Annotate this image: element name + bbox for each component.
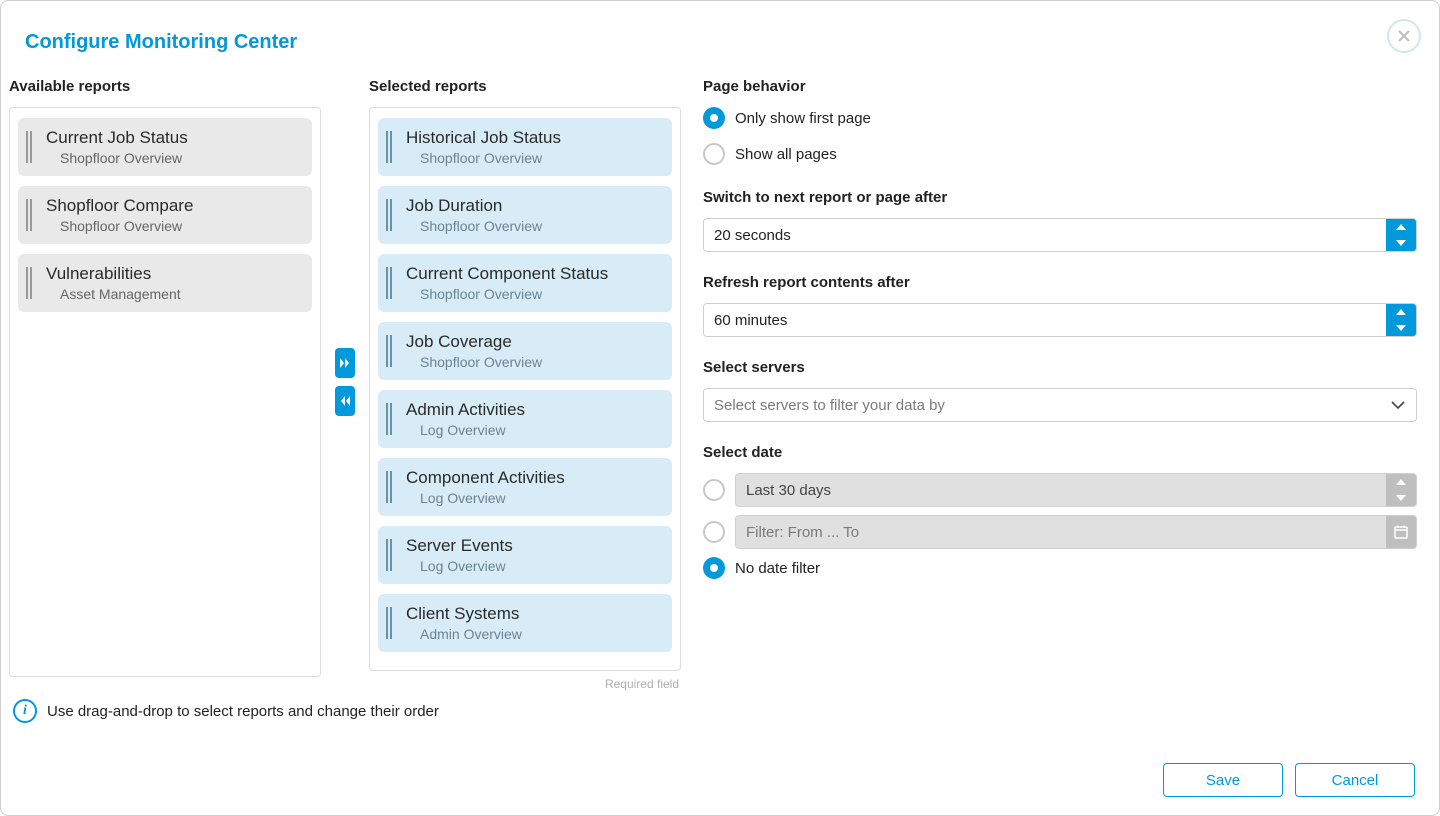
drag-handle-icon[interactable] (386, 604, 392, 642)
close-icon (1397, 29, 1411, 43)
report-category: Shopfloor Overview (46, 218, 193, 234)
chevron-up-icon (1396, 309, 1406, 315)
drag-handle-icon[interactable] (386, 332, 392, 370)
report-category: Shopfloor Overview (46, 150, 188, 166)
radio-selected-icon (703, 557, 725, 579)
drag-handle-icon[interactable] (386, 468, 392, 506)
drag-handle-icon[interactable] (386, 196, 392, 234)
chevron-up-icon (1396, 224, 1406, 230)
required-field-label: Required field (369, 671, 681, 691)
chevron-down-icon (1396, 240, 1406, 246)
refresh-label: Refresh report contents after (703, 274, 1417, 291)
report-category: Shopfloor Overview (406, 150, 561, 166)
report-category: Asset Management (46, 286, 181, 302)
report-category: Admin Overview (406, 626, 522, 642)
selected-reports-list[interactable]: Historical Job StatusShopfloor OverviewJ… (369, 107, 681, 671)
report-title: Current Component Status (406, 264, 608, 284)
stepper-up-button[interactable] (1386, 219, 1416, 235)
radio-unselected-icon (703, 479, 725, 501)
calendar-icon (1393, 524, 1409, 540)
chevron-down-icon (1390, 400, 1406, 410)
report-title: Vulnerabilities (46, 264, 181, 284)
report-card[interactable]: Admin Activities Log Overview (378, 390, 672, 448)
drag-handle-icon[interactable] (386, 264, 392, 302)
available-reports-list[interactable]: Current Job StatusShopfloor OverviewShop… (9, 107, 321, 677)
report-title: Admin Activities (406, 400, 525, 420)
select-servers-label: Select servers (703, 359, 1417, 376)
select-date-label: Select date (703, 444, 1417, 461)
report-card[interactable]: Server Events Log Overview (378, 526, 672, 584)
report-card[interactable]: Client Systems Admin Overview (378, 594, 672, 652)
report-category: Log Overview (406, 558, 513, 574)
drag-handle-icon[interactable] (26, 196, 32, 234)
configure-monitoring-dialog: Configure Monitoring Center Available re… (0, 0, 1440, 816)
select-servers-dropdown[interactable]: Select servers to filter your data by (703, 388, 1417, 422)
report-category: Log Overview (406, 490, 565, 506)
radio-unselected-icon (703, 143, 725, 165)
available-reports-header: Available reports (9, 72, 321, 107)
dialog-title: Configure Monitoring Center (25, 31, 297, 54)
report-card[interactable]: Job Duration Shopfloor Overview (378, 186, 672, 244)
report-title: Historical Job Status (406, 128, 561, 148)
radio-date-preset[interactable]: Last 30 days (703, 473, 1417, 507)
radio-selected-icon (703, 107, 725, 129)
cancel-button[interactable]: Cancel (1295, 763, 1415, 797)
report-title: Shopfloor Compare (46, 196, 193, 216)
report-card[interactable]: Vulnerabilities Asset Management (18, 254, 312, 312)
selected-reports-header: Selected reports (369, 72, 681, 107)
date-range-input: Filter: From ... To (735, 515, 1417, 549)
report-category: Shopfloor Overview (406, 354, 542, 370)
report-card[interactable]: Job Coverage Shopfloor Overview (378, 322, 672, 380)
move-all-right-button[interactable] (335, 348, 355, 378)
report-card[interactable]: Component Activities Log Overview (378, 458, 672, 516)
report-card[interactable]: Current Job Status Shopfloor Overview (18, 118, 312, 176)
switch-next-stepper[interactable]: 20 seconds (703, 218, 1417, 252)
drag-handle-icon[interactable] (26, 128, 32, 166)
drag-handle-icon[interactable] (386, 400, 392, 438)
switch-next-label: Switch to next report or page after (703, 189, 1417, 206)
radio-date-range[interactable]: Filter: From ... To (703, 515, 1417, 549)
refresh-stepper[interactable]: 60 minutes (703, 303, 1417, 337)
report-category: Shopfloor Overview (406, 286, 608, 302)
drag-handle-icon[interactable] (26, 264, 32, 302)
chevrons-right-icon (338, 356, 352, 370)
info-icon: i (13, 699, 37, 723)
move-all-left-button[interactable] (335, 386, 355, 416)
page-behavior-header: Page behavior (703, 72, 1417, 107)
radio-show-all-pages[interactable]: Show all pages (703, 143, 1417, 165)
drag-handle-icon[interactable] (386, 128, 392, 166)
stepper-up-button (1386, 474, 1416, 490)
close-button[interactable] (1387, 19, 1421, 53)
report-card[interactable]: Current Component Status Shopfloor Overvi… (378, 254, 672, 312)
report-category: Log Overview (406, 422, 525, 438)
radio-only-first-page[interactable]: Only show first page (703, 107, 1417, 129)
chevron-up-icon (1396, 479, 1406, 485)
report-card[interactable]: Historical Job Status Shopfloor Overview (378, 118, 672, 176)
radio-no-date-filter[interactable]: No date filter (703, 557, 1417, 579)
report-title: Job Duration (406, 196, 542, 216)
report-title: Client Systems (406, 604, 522, 624)
radio-unselected-icon (703, 521, 725, 543)
stepper-down-button[interactable] (1386, 235, 1416, 251)
report-card[interactable]: Shopfloor Compare Shopfloor Overview (18, 186, 312, 244)
save-button[interactable]: Save (1163, 763, 1283, 797)
report-category: Shopfloor Overview (406, 218, 542, 234)
report-title: Component Activities (406, 468, 565, 488)
drag-handle-icon[interactable] (386, 536, 392, 574)
chevron-down-icon (1396, 325, 1406, 331)
hint-text: Use drag-and-drop to select reports and … (47, 703, 439, 720)
report-title: Server Events (406, 536, 513, 556)
stepper-down-button[interactable] (1386, 320, 1416, 336)
report-title: Job Coverage (406, 332, 542, 352)
chevrons-left-icon (338, 394, 352, 408)
chevron-down-icon (1396, 495, 1406, 501)
calendar-button (1386, 516, 1416, 548)
report-title: Current Job Status (46, 128, 188, 148)
stepper-down-button (1386, 490, 1416, 506)
stepper-up-button[interactable] (1386, 304, 1416, 320)
